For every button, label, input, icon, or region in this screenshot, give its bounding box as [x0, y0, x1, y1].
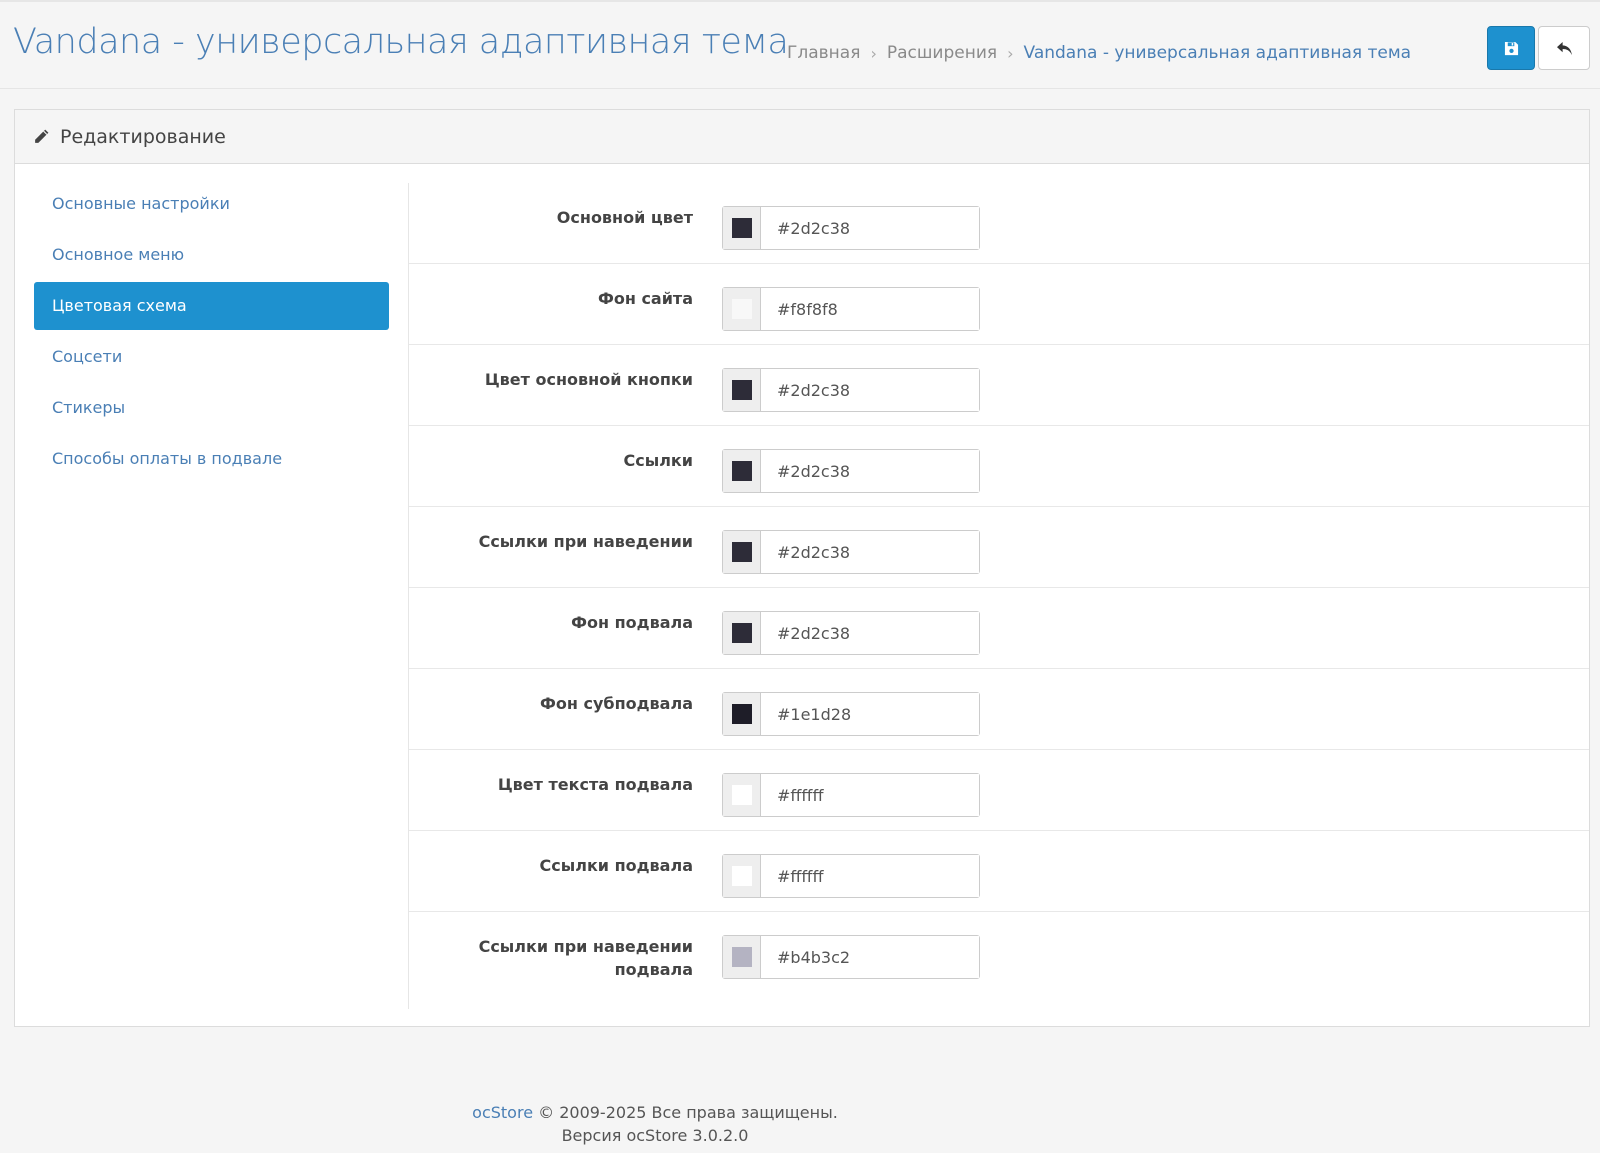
color-picker — [722, 287, 980, 331]
footer: ocStore © 2009-2025 Все права защищены. … — [0, 1101, 1310, 1147]
color-swatch-button[interactable] — [723, 450, 761, 492]
page-header: Vandana - универсальная адаптивная тема … — [0, 2, 1600, 89]
color-swatch — [731, 380, 752, 400]
color-row: Фон подвала — [409, 588, 1589, 669]
color-row: Фон субподвала — [409, 669, 1589, 750]
color-swatch — [731, 461, 752, 481]
color-label: Ссылки подвала — [539, 856, 693, 875]
nav-item-stickers[interactable]: Стикеры — [34, 384, 389, 432]
breadcrumb-current[interactable]: Vandana - универсальная адаптивная тема — [1024, 43, 1412, 63]
color-picker — [722, 611, 980, 655]
edit-panel: Редактирование Основные настройки Основн… — [14, 109, 1590, 1027]
color-swatch — [731, 299, 752, 319]
footer-copyright: © 2009-2025 Все права защищены. — [538, 1103, 838, 1122]
color-swatch — [731, 866, 752, 886]
color-row: Ссылки при наведении — [409, 507, 1589, 588]
color-swatch — [731, 785, 752, 805]
color-picker — [722, 530, 980, 574]
pencil-icon — [33, 128, 50, 145]
color-input[interactable] — [761, 531, 979, 573]
breadcrumb-home[interactable]: Главная — [787, 43, 860, 63]
floppy-disk-icon — [1504, 41, 1518, 55]
color-label: Цвет текста подвала — [497, 775, 693, 794]
color-row: Цвет текста подвала — [409, 750, 1589, 831]
breadcrumb-separator: › — [870, 43, 877, 63]
panel-title: Редактирование — [60, 125, 226, 148]
color-picker — [722, 368, 980, 412]
footer-copyright-line: ocStore © 2009-2025 Все права защищены. — [0, 1101, 1310, 1124]
color-picker — [722, 206, 980, 250]
color-swatch — [731, 542, 752, 562]
color-picker — [722, 854, 980, 898]
color-input[interactable] — [761, 207, 979, 249]
color-row: Ссылки при наведении подвала — [409, 912, 1589, 1002]
color-row: Фон сайта — [409, 264, 1589, 345]
color-settings: Основной цвет Фон сайта Цвет основной кн… — [409, 183, 1589, 1002]
color-picker — [722, 773, 980, 817]
color-label: Цвет основной кнопки — [484, 370, 693, 389]
color-swatch — [731, 218, 752, 238]
breadcrumb-extensions[interactable]: Расширения — [887, 43, 997, 63]
panel-heading: Редактирование — [15, 110, 1589, 164]
color-swatch-button[interactable] — [723, 774, 761, 816]
color-label: Ссылки при наведении — [478, 532, 693, 551]
color-input[interactable] — [761, 855, 979, 897]
color-label: Фон сайта — [597, 289, 693, 308]
color-input[interactable] — [761, 936, 979, 978]
nav-item-color-scheme[interactable]: Цветовая схема — [34, 282, 389, 330]
nav-item-main-settings[interactable]: Основные настройки — [34, 180, 389, 228]
color-swatch — [731, 623, 752, 643]
color-label: Ссылки при наведении подвала — [478, 937, 693, 979]
color-swatch-button[interactable] — [723, 855, 761, 897]
color-input[interactable] — [761, 450, 979, 492]
color-swatch-button[interactable] — [723, 369, 761, 411]
nav-item-main-menu[interactable]: Основное меню — [34, 231, 389, 279]
color-label: Фон подвала — [571, 613, 693, 632]
nav-item-socials[interactable]: Соцсети — [34, 333, 389, 381]
color-input[interactable] — [761, 288, 979, 330]
color-swatch-button[interactable] — [723, 288, 761, 330]
footer-version: Версия ocStore 3.0.2.0 — [561, 1126, 749, 1145]
breadcrumb: Главная › Расширения › Vandana - универс… — [787, 43, 1411, 63]
color-input[interactable] — [761, 612, 979, 654]
reply-icon — [1556, 41, 1572, 55]
color-input[interactable] — [761, 774, 979, 816]
color-label: Фон субподвала — [540, 694, 693, 713]
color-swatch-button[interactable] — [723, 207, 761, 249]
page-title: Vandana - универсальная адаптивная тема — [13, 22, 789, 62]
color-swatch-button[interactable] — [723, 612, 761, 654]
color-input[interactable] — [761, 369, 979, 411]
color-input[interactable] — [761, 693, 979, 735]
color-label: Ссылки — [623, 451, 693, 470]
nav-item-payment-methods[interactable]: Способы оплаты в подвале — [34, 435, 389, 483]
color-picker — [722, 692, 980, 736]
color-swatch — [731, 704, 752, 724]
settings-nav: Основные настройки Основное меню Цветова… — [34, 180, 389, 486]
color-picker — [722, 449, 980, 493]
color-swatch-button[interactable] — [723, 936, 761, 978]
breadcrumb-separator: › — [1007, 43, 1014, 63]
color-swatch-button[interactable] — [723, 531, 761, 573]
footer-brand-link[interactable]: ocStore — [472, 1103, 533, 1122]
color-row: Ссылки подвала — [409, 831, 1589, 912]
color-swatch-button[interactable] — [723, 693, 761, 735]
color-row: Цвет основной кнопки — [409, 345, 1589, 426]
color-row: Ссылки — [409, 426, 1589, 507]
back-button[interactable] — [1538, 26, 1590, 70]
color-swatch — [731, 947, 752, 967]
color-label: Основной цвет — [556, 208, 693, 227]
save-button[interactable] — [1487, 26, 1535, 70]
color-row: Основной цвет — [409, 183, 1589, 264]
color-picker — [722, 935, 980, 979]
